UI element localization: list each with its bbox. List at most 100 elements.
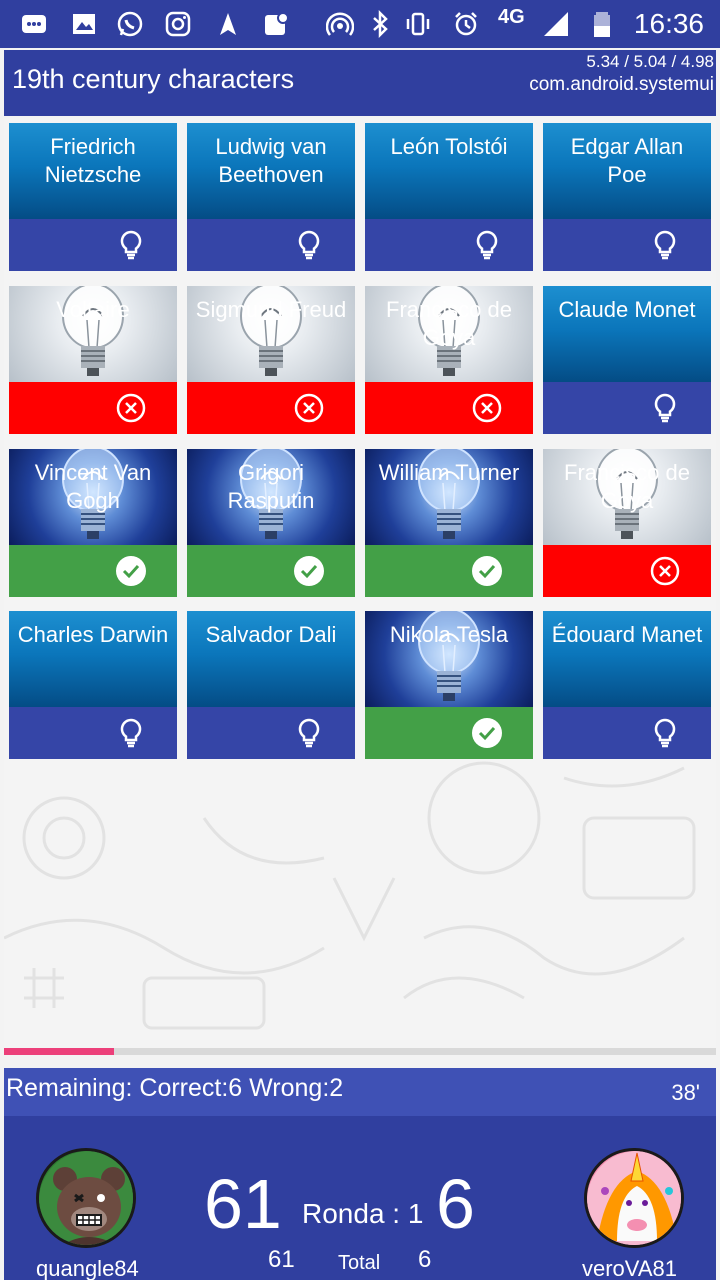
- character-tile[interactable]: Nikola Tesla: [365, 611, 533, 759]
- player1-name: quangle84: [36, 1256, 139, 1280]
- tile-action-bar: [365, 707, 533, 759]
- tile-action-bar[interactable]: [365, 219, 533, 271]
- player2-total: 6: [418, 1246, 432, 1273]
- timer-progress-bar: [4, 1048, 716, 1055]
- tile-character-name: Édouard Manet: [551, 622, 703, 647]
- tile-character-name: Salvador Dali: [205, 622, 337, 647]
- tile-image: Francisco de Goya: [365, 286, 533, 382]
- character-tile[interactable]: Claude Monet: [543, 286, 711, 434]
- tile-character-name: William Turner: [378, 460, 520, 485]
- tile-image: León Tolstói: [365, 123, 533, 219]
- tile-image: Vincent Van Gogh: [9, 449, 177, 545]
- tile-character-name: Friedrich Nietzsche: [44, 134, 142, 187]
- tile-image: Salvador Dali: [187, 611, 355, 707]
- tile-image: Sigmund Freud: [187, 286, 355, 382]
- character-tile[interactable]: Vincent Van Gogh: [9, 449, 177, 597]
- tile-action-bar[interactable]: [543, 382, 711, 434]
- tile-action-bar[interactable]: [187, 219, 355, 271]
- lightbulb-icon: [298, 718, 320, 748]
- alarm-icon: [455, 12, 477, 36]
- player2-score: 6: [436, 1165, 475, 1243]
- tile-image: Voltaire: [9, 286, 177, 382]
- lightbulb-icon: [298, 230, 320, 260]
- character-tile[interactable]: Sigmund Freud: [187, 286, 355, 434]
- tile-character-name: Ludwig van Beethoven: [215, 134, 327, 187]
- character-tile[interactable]: Ludwig van Beethoven: [187, 123, 355, 271]
- player2-name: veroVA81: [582, 1256, 677, 1280]
- battery-icon: [594, 12, 610, 37]
- character-tile[interactable]: León Tolstói: [365, 123, 533, 271]
- character-tile[interactable]: Voltaire: [9, 286, 177, 434]
- check-circle-icon: [294, 556, 324, 586]
- total-label: Total: [338, 1252, 381, 1274]
- check-circle-icon: [472, 718, 502, 748]
- info-bar: Remaining: Correct:6 Wrong:2 38': [4, 1068, 716, 1116]
- process-overlay: com.android.systemui: [529, 74, 714, 95]
- tile-character-name: Francisco de Goya: [564, 460, 690, 513]
- unicorn-avatar-icon: [587, 1151, 681, 1245]
- signal-icon: [544, 12, 568, 36]
- tile-character-name: Voltaire: [56, 297, 130, 322]
- maps-icon: [265, 12, 289, 35]
- character-tile[interactable]: Edgar Allan Poe: [543, 123, 711, 271]
- tile-action-bar: [365, 382, 533, 434]
- avatar-player2[interactable]: [584, 1148, 684, 1248]
- tile-image: Grigori Rasputin: [187, 449, 355, 545]
- instagram-icon: [165, 11, 191, 37]
- score-panel: quangle84 61 Ronda : 1 6 61 Total 6 vero…: [4, 1116, 716, 1280]
- bear-avatar-icon: [39, 1151, 133, 1245]
- player1-total: 61: [268, 1246, 295, 1273]
- whatsapp-icon: [117, 11, 143, 37]
- lightbulb-icon: [654, 718, 676, 748]
- x-circle-icon: [472, 393, 502, 423]
- vibrate-icon: [406, 12, 430, 36]
- navigation-icon: [220, 13, 236, 35]
- tile-image: Francisco de Goya: [543, 449, 711, 545]
- tile-action-bar[interactable]: [9, 219, 177, 271]
- character-tile[interactable]: Francisco de Goya: [365, 286, 533, 434]
- tile-character-name: Sigmund Freud: [195, 297, 347, 322]
- tile-action-bar[interactable]: [9, 707, 177, 759]
- x-circle-icon: [650, 556, 680, 586]
- tile-action-bar: [187, 382, 355, 434]
- remaining-status: Remaining: Correct:6 Wrong:2: [6, 1074, 344, 1102]
- status-bar: 4G 16:36: [0, 0, 720, 48]
- character-tile[interactable]: Francisco de Goya: [543, 449, 711, 597]
- bluetooth-icon: [373, 10, 388, 38]
- character-tile[interactable]: Charles Darwin: [9, 611, 177, 759]
- clock: 16:36: [633, 8, 704, 39]
- tile-action-bar[interactable]: [543, 219, 711, 271]
- character-tile[interactable]: Grigori Rasputin: [187, 449, 355, 597]
- lightbulb-icon: [120, 230, 142, 260]
- network-type: 4G: [498, 6, 525, 28]
- tile-character-name: Edgar Allan Poe: [570, 134, 684, 187]
- character-tile[interactable]: William Turner: [365, 449, 533, 597]
- tile-action-bar: [365, 545, 533, 597]
- x-circle-icon: [294, 393, 324, 423]
- x-circle-icon: [116, 393, 146, 423]
- timer-progress-fill: [4, 1048, 115, 1055]
- tile-image: Charles Darwin: [9, 611, 177, 707]
- image-icon: [73, 14, 95, 34]
- tile-image: Édouard Manet: [543, 611, 711, 707]
- character-tile[interactable]: Salvador Dali: [187, 611, 355, 759]
- tile-action-bar[interactable]: [187, 707, 355, 759]
- player1-score: 61: [204, 1165, 282, 1243]
- round-label: Ronda : 1: [302, 1198, 424, 1229]
- tile-action-bar[interactable]: [543, 707, 711, 759]
- tile-image: Claude Monet: [543, 286, 711, 382]
- tile-action-bar: [187, 545, 355, 597]
- tile-character-name: Francisco de Goya: [386, 297, 512, 350]
- tile-action-bar: [9, 545, 177, 597]
- tile-character-name: Claude Monet: [558, 297, 696, 322]
- tile-action-bar: [543, 545, 711, 597]
- lightbulb-icon: [654, 230, 676, 260]
- tile-image: Ludwig van Beethoven: [187, 123, 355, 219]
- character-tile[interactable]: Friedrich Nietzsche: [9, 123, 177, 271]
- avatar-player1[interactable]: [36, 1148, 136, 1248]
- app-bar: 19th century characters 5.34 / 5.04 / 4.…: [4, 50, 716, 116]
- page-title: 19th century characters: [12, 64, 295, 94]
- timer-label: 38': [671, 1080, 700, 1105]
- character-tile[interactable]: Édouard Manet: [543, 611, 711, 759]
- tile-character-name: Charles Darwin: [17, 622, 169, 647]
